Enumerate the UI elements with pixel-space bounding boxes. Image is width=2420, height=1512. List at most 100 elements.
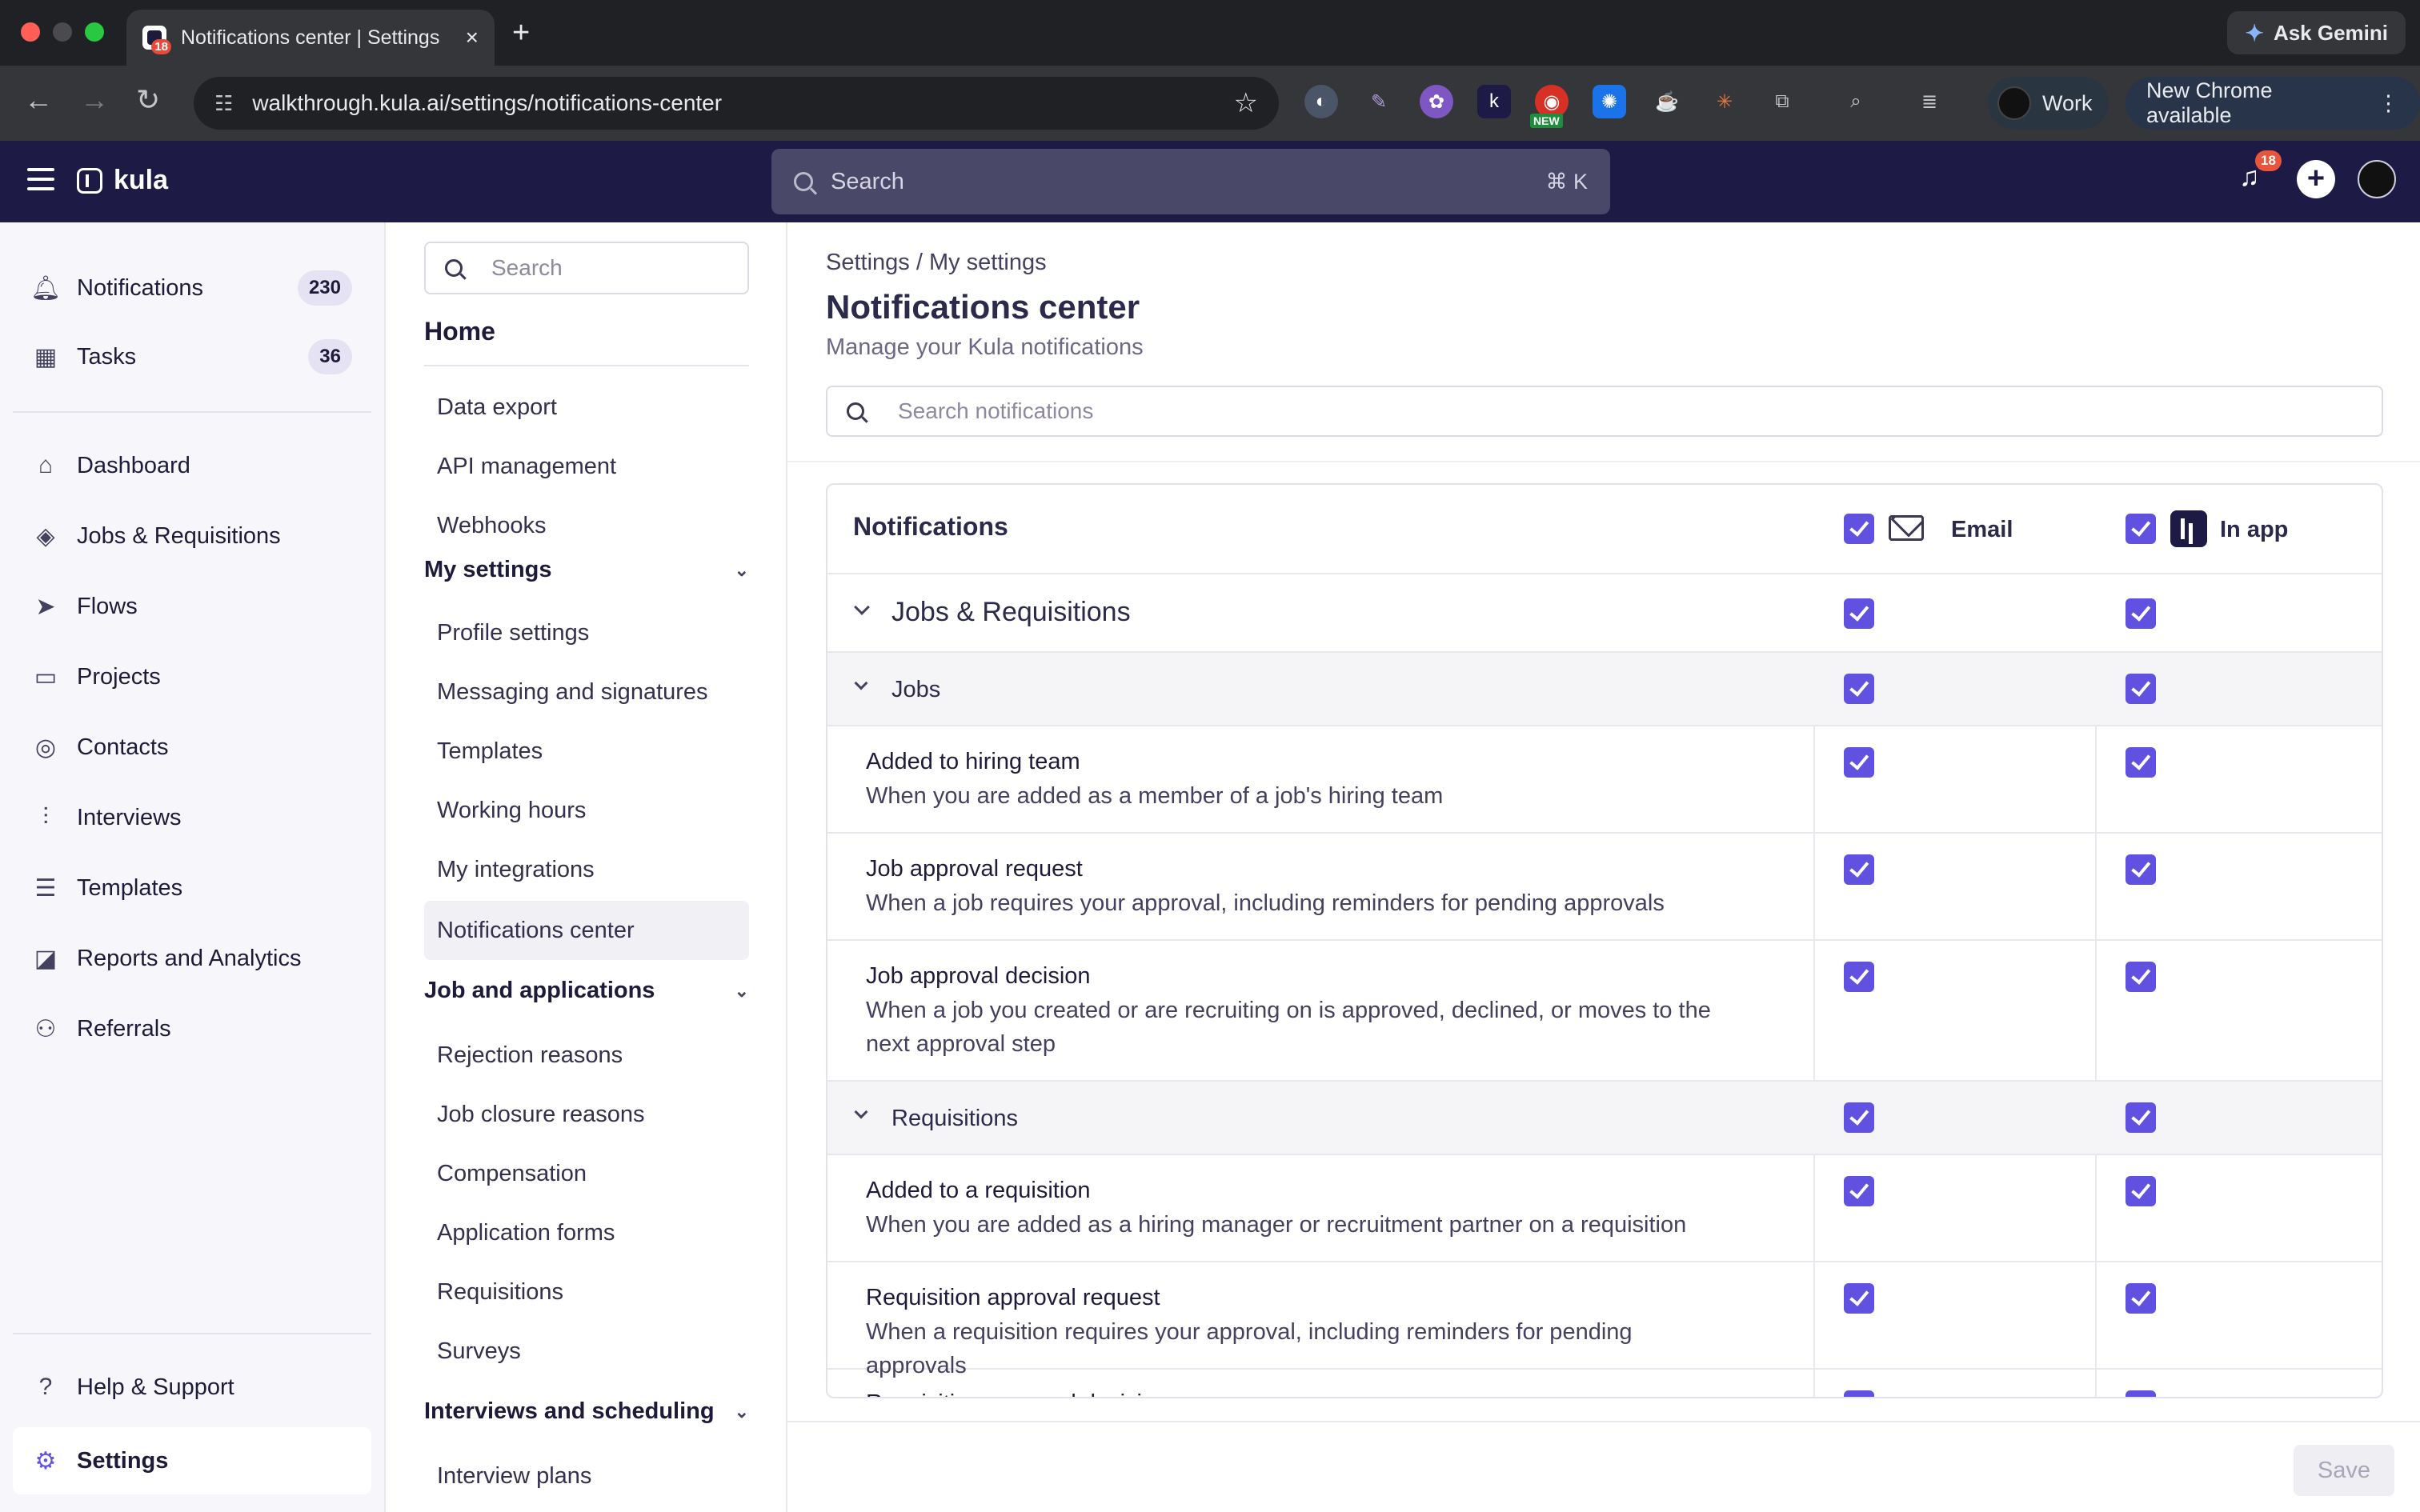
settings-item-profile[interactable]: Profile settings <box>424 603 749 662</box>
settings-item-webhooks[interactable]: Webhooks <box>424 496 749 555</box>
sidebar-item-settings[interactable]: ⚙ Settings <box>13 1427 371 1494</box>
user-avatar[interactable] <box>2358 160 2396 198</box>
settings-item-application-forms[interactable]: Application forms <box>424 1203 749 1262</box>
sidebar-item-contacts[interactable]: ◎ Contacts <box>13 717 371 778</box>
chevron-down-icon[interactable] <box>854 599 870 615</box>
settings-item-requisitions[interactable]: Requisitions <box>424 1262 749 1322</box>
inapp-checkbox[interactable] <box>2126 1283 2156 1314</box>
email-checkbox[interactable] <box>1844 854 1874 885</box>
inapp-checkbox[interactable] <box>2126 854 2156 885</box>
profile-button[interactable]: Work <box>1988 77 2109 130</box>
extension-new-icon[interactable]: ◉ NEW <box>1530 85 1569 128</box>
chevron-down-icon: ⌄ <box>734 980 749 1001</box>
sidebar-item-dashboard[interactable]: ⌂ Dashboard <box>13 435 371 496</box>
new-tab-button[interactable]: + <box>512 16 530 50</box>
settings-item-api-management[interactable]: API management <box>424 437 749 496</box>
kula-logo[interactable]: kula <box>77 165 168 196</box>
settings-item-compensation[interactable]: Compensation <box>424 1144 749 1203</box>
email-checkbox[interactable] <box>1844 962 1874 992</box>
settings-section-my-settings[interactable]: My settings ⌄ <box>424 557 749 583</box>
extension-kula-icon[interactable]: k <box>1477 85 1511 118</box>
chevron-down-icon[interactable] <box>854 1105 868 1119</box>
save-button[interactable]: Save <box>2293 1445 2394 1496</box>
settings-section-job-applications[interactable]: Job and applications ⌄ <box>424 978 749 1004</box>
tab-search-icon[interactable]: ⌕ <box>1839 85 1873 118</box>
group-inapp-checkbox[interactable] <box>2126 1102 2156 1133</box>
inapp-checkbox[interactable] <box>2126 1390 2156 1397</box>
extensions-puzzle-icon[interactable]: ⧉ <box>1765 85 1799 118</box>
inapp-checkbox[interactable] <box>2126 747 2156 778</box>
sidebar-item-notifications[interactable]: 🔔︎ Notifications 230 <box>13 258 371 318</box>
tab-close-icon[interactable]: × <box>466 25 479 50</box>
settings-section-home[interactable]: Home <box>424 317 495 346</box>
inapp-all-checkbox[interactable] <box>2126 514 2156 544</box>
inapp-checkbox[interactable] <box>2126 1176 2156 1206</box>
sidebar-item-projects[interactable]: ▭ Projects <box>13 646 371 707</box>
settings-item-templates[interactable]: Templates <box>424 722 749 781</box>
group-email-checkbox[interactable] <box>1844 674 1874 704</box>
email-checkbox[interactable] <box>1844 747 1874 778</box>
settings-search-input[interactable]: Search <box>424 242 749 294</box>
section-row-jobs-requisitions[interactable]: Jobs & Requisitions <box>827 574 2382 653</box>
sidebar-item-jobs-requisitions[interactable]: ◈ Jobs & Requisitions <box>13 506 371 566</box>
email-checkbox[interactable] <box>1844 1283 1874 1314</box>
table-row: Job approval decision When a job you cre… <box>827 941 2382 1082</box>
address-bar[interactable]: ☷ walkthrough.kula.ai/settings/notificat… <box>194 77 1279 130</box>
sidebar-item-reports[interactable]: ◪ Reports and Analytics <box>13 928 371 989</box>
bookmark-star-icon[interactable]: ☆ <box>1234 87 1258 119</box>
group-row-requisitions[interactable]: Requisitions <box>827 1082 2382 1155</box>
sidebar-item-referrals[interactable]: ⚇ Referrals <box>13 998 371 1059</box>
extension-sun-icon[interactable]: ✳ <box>1708 85 1741 118</box>
email-all-checkbox[interactable] <box>1844 514 1874 544</box>
group-email-checkbox[interactable] <box>1844 1102 1874 1133</box>
settings-item-interview-plans[interactable]: Interview plans <box>424 1446 749 1506</box>
maximize-window-button[interactable] <box>85 22 104 42</box>
email-checkbox[interactable] <box>1844 1390 1874 1397</box>
inapp-checkbox[interactable] <box>2126 962 2156 992</box>
extension-cup-icon[interactable]: ☕ <box>1650 85 1684 118</box>
settings-section-interviews[interactable]: Interviews and scheduling ⌄ <box>424 1398 749 1425</box>
more-menu-icon[interactable]: ⋮ <box>2378 91 2399 116</box>
sidebar-item-interviews[interactable]: ⫶ Interviews <box>13 787 371 848</box>
ask-gemini-button[interactable]: ✦ Ask Gemini <box>2227 11 2406 54</box>
section-email-checkbox[interactable] <box>1844 598 1874 629</box>
settings-item-data-export[interactable]: Data export <box>424 378 749 437</box>
group-row-jobs[interactable]: Jobs <box>827 653 2382 726</box>
settings-item-messaging[interactable]: Messaging and signatures <box>424 662 749 722</box>
sidebar-item-tasks[interactable]: ▦ Tasks 36 <box>13 326 371 387</box>
chrome-update-button[interactable]: New Chrome available ⋮ <box>2126 77 2420 130</box>
close-window-button[interactable] <box>21 22 40 42</box>
minimize-window-button[interactable] <box>53 22 72 42</box>
back-button[interactable]: ← <box>24 83 53 117</box>
forward-button[interactable]: → <box>80 83 109 117</box>
main-content: Settings / My settings Notifications cen… <box>787 222 2420 1512</box>
hamburger-menu-icon[interactable] <box>27 168 54 192</box>
extension-gear-icon[interactable]: ✺ <box>1593 85 1626 118</box>
sidebar-item-templates[interactable]: ☰ Templates <box>13 858 371 918</box>
reload-button[interactable]: ↻ <box>136 83 160 117</box>
notifications-search-input[interactable]: Search notifications <box>826 386 2383 437</box>
sidebar-item-help[interactable]: ? Help & Support <box>13 1357 371 1418</box>
extension-icon-1[interactable]: ◐ <box>1304 85 1338 118</box>
sidebar-item-flows[interactable]: ➤ Flows <box>13 576 371 637</box>
settings-item-notifications-center[interactable]: Notifications center <box>424 901 749 960</box>
group-inapp-checkbox[interactable] <box>2126 674 2156 704</box>
waveform-icon: ⫶ <box>42 804 49 830</box>
settings-item-job-closure-reasons[interactable]: Job closure reasons <box>424 1085 749 1144</box>
extension-feather-icon[interactable]: ✎ <box>1362 85 1396 118</box>
site-settings-icon[interactable]: ☷ <box>214 91 233 116</box>
browser-tab[interactable]: 18 Notifications center | Settings × <box>126 10 495 66</box>
media-control-icon[interactable]: ≣ <box>1913 85 1946 118</box>
extension-brain-icon[interactable]: ✿ <box>1420 85 1453 118</box>
section-inapp-checkbox[interactable] <box>2126 598 2156 629</box>
email-checkbox[interactable] <box>1844 1176 1874 1206</box>
chevron-down-icon: ⌄ <box>734 1401 749 1422</box>
settings-item-integrations[interactable]: My integrations <box>424 840 749 899</box>
settings-item-surveys[interactable]: Surveys <box>424 1322 749 1381</box>
create-new-button[interactable]: + <box>2297 160 2335 198</box>
settings-item-working-hours[interactable]: Working hours <box>424 781 749 840</box>
settings-item-rejection-reasons[interactable]: Rejection reasons <box>424 1026 749 1085</box>
activity-feed-icon[interactable]: ♫ 18 <box>2239 150 2282 197</box>
chevron-down-icon[interactable] <box>854 676 868 690</box>
global-search-input[interactable]: Search ⌘ K <box>771 149 1610 214</box>
